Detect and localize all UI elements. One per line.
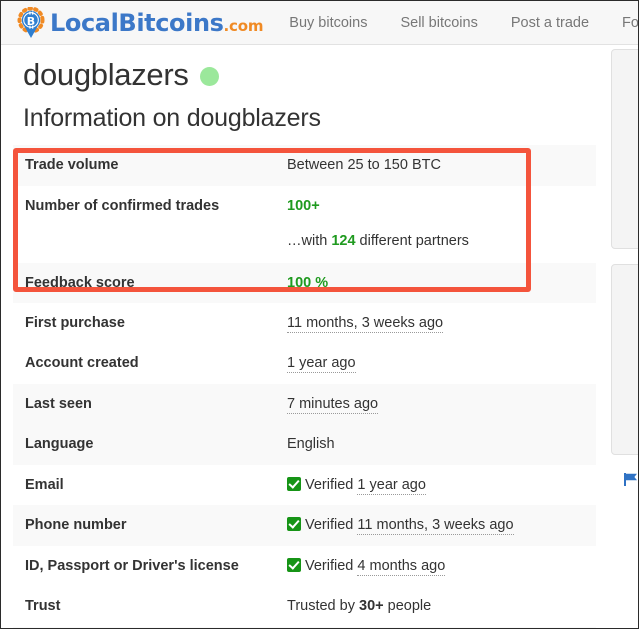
row-feedback-score: Feedback score 100 % bbox=[13, 262, 596, 303]
nav-buy-bitcoins[interactable]: Buy bitcoins bbox=[289, 15, 367, 31]
account-created-timeago[interactable]: 1 year ago bbox=[287, 355, 356, 374]
label-confirmed-trades: Number of confirmed trades bbox=[25, 197, 220, 214]
site-logo-link[interactable]: B LocalBitcoins.com bbox=[17, 6, 263, 39]
brand-tld-text: .com bbox=[223, 16, 264, 35]
svg-text:B: B bbox=[27, 14, 35, 27]
feedback-score-percent: 100 % bbox=[287, 274, 329, 291]
row-first-purchase: First purchase 11 months, 3 weeks ago bbox=[13, 302, 596, 344]
value-last-seen: 7 minutes ago bbox=[285, 384, 596, 424]
label-language: Language bbox=[25, 436, 94, 453]
profile-info-table: Trade volume Between 25 to 150 BTC Numbe… bbox=[13, 145, 596, 628]
nav-sell-bitcoins[interactable]: Sell bitcoins bbox=[400, 15, 477, 31]
label-email: Email bbox=[25, 476, 64, 493]
label-spacer bbox=[13, 226, 285, 262]
bitcoin-map-pin-icon: B bbox=[17, 6, 45, 39]
label-id-passport-drivers-license: ID, Passport or Driver's license bbox=[25, 557, 239, 574]
profile-content: dougblazers Information on dougblazers T… bbox=[1, 45, 601, 628]
green-check-icon bbox=[287, 557, 301, 572]
row-confirmed-trades: Number of confirmed trades 100+ bbox=[13, 185, 596, 227]
brand-wordmark: LocalBitcoins.com bbox=[50, 11, 263, 35]
blue-flag-icon[interactable] bbox=[624, 473, 638, 486]
row-confirmed-trades-partners: …with 124 different partners bbox=[13, 226, 596, 263]
phone-verified-timeago[interactable]: 11 months, 3 weeks ago bbox=[357, 517, 514, 536]
clipped-bottom-row-text bbox=[13, 619, 17, 628]
value-different-partners: …with 124 different partners bbox=[285, 226, 596, 262]
site-navbar: B LocalBitcoins.com Buy bitcoins Sell bi… bbox=[1, 1, 638, 45]
nav-post-a-trade[interactable]: Post a trade bbox=[511, 15, 589, 31]
trust-count: 30+ bbox=[359, 598, 384, 615]
label-trade-volume: Trade volume bbox=[25, 157, 119, 174]
email-verified-text: Verified bbox=[305, 476, 358, 493]
green-check-icon bbox=[287, 476, 301, 491]
online-status-dot bbox=[199, 66, 219, 86]
label-feedback-score: Feedback score bbox=[25, 274, 135, 291]
browser-viewport: B LocalBitcoins.com Buy bitcoins Sell bi… bbox=[0, 0, 639, 629]
id-verified-text: Verified bbox=[305, 557, 358, 574]
row-id-passport-drivers-license: ID, Passport or Driver's license Verifie… bbox=[13, 545, 596, 587]
label-first-purchase: First purchase bbox=[25, 314, 125, 331]
value-first-purchase: 11 months, 3 weeks ago bbox=[285, 303, 596, 343]
section-title: Information on dougblazers bbox=[23, 104, 321, 133]
phone-verified-text: Verified bbox=[305, 517, 358, 534]
nav-forums[interactable]: Forums bbox=[622, 15, 638, 31]
side-panel-1 bbox=[611, 49, 638, 249]
clipped-bottom-row bbox=[13, 619, 596, 628]
label-account-created: Account created bbox=[25, 355, 139, 372]
email-verified-timeago[interactable]: 1 year ago bbox=[357, 476, 426, 495]
confirmed-trades-count: 100+ bbox=[287, 197, 320, 214]
partners-prefix: …with bbox=[287, 233, 332, 250]
main-navigation: Buy bitcoins Sell bitcoins Post a trade … bbox=[289, 15, 638, 31]
brand-name-text: LocalBitcoins bbox=[50, 8, 224, 37]
green-check-icon bbox=[287, 517, 301, 532]
row-last-seen: Last seen 7 minutes ago bbox=[13, 383, 596, 425]
value-id-passport-drivers-license: Verified 4 months ago bbox=[285, 546, 596, 586]
value-language: English bbox=[287, 436, 335, 453]
value-email: Verified 1 year ago bbox=[285, 465, 596, 505]
last-seen-timeago[interactable]: 7 minutes ago bbox=[287, 395, 379, 414]
row-language: Language English bbox=[13, 424, 596, 465]
row-trade-volume: Trade volume Between 25 to 150 BTC bbox=[13, 145, 596, 186]
value-confirmed-trades: 100+ bbox=[285, 186, 596, 226]
value-trade-volume: Between 25 to 150 BTC bbox=[287, 157, 441, 174]
label-last-seen: Last seen bbox=[25, 395, 92, 412]
id-verified-timeago[interactable]: 4 months ago bbox=[357, 557, 446, 576]
row-account-created: Account created 1 year ago bbox=[13, 343, 596, 384]
value-account-created: 1 year ago bbox=[285, 343, 596, 383]
value-phone-number: Verified 11 months, 3 weeks ago bbox=[285, 505, 596, 545]
trust-suffix: people bbox=[383, 598, 432, 615]
page-title: dougblazers bbox=[23, 57, 189, 92]
side-panel-2 bbox=[611, 264, 638, 455]
first-purchase-timeago[interactable]: 11 months, 3 weeks ago bbox=[287, 314, 444, 333]
label-phone-number: Phone number bbox=[25, 517, 127, 534]
row-email: Email Verified 1 year ago bbox=[13, 464, 596, 506]
value-feedback-score: 100 % bbox=[285, 263, 596, 303]
partners-count: 124 bbox=[331, 233, 356, 250]
profile-header: dougblazers bbox=[23, 57, 601, 92]
trust-prefix: Trusted by bbox=[287, 598, 359, 615]
partners-suffix: different partners bbox=[355, 233, 469, 250]
row-phone-number: Phone number Verified 11 months, 3 weeks… bbox=[13, 505, 596, 546]
